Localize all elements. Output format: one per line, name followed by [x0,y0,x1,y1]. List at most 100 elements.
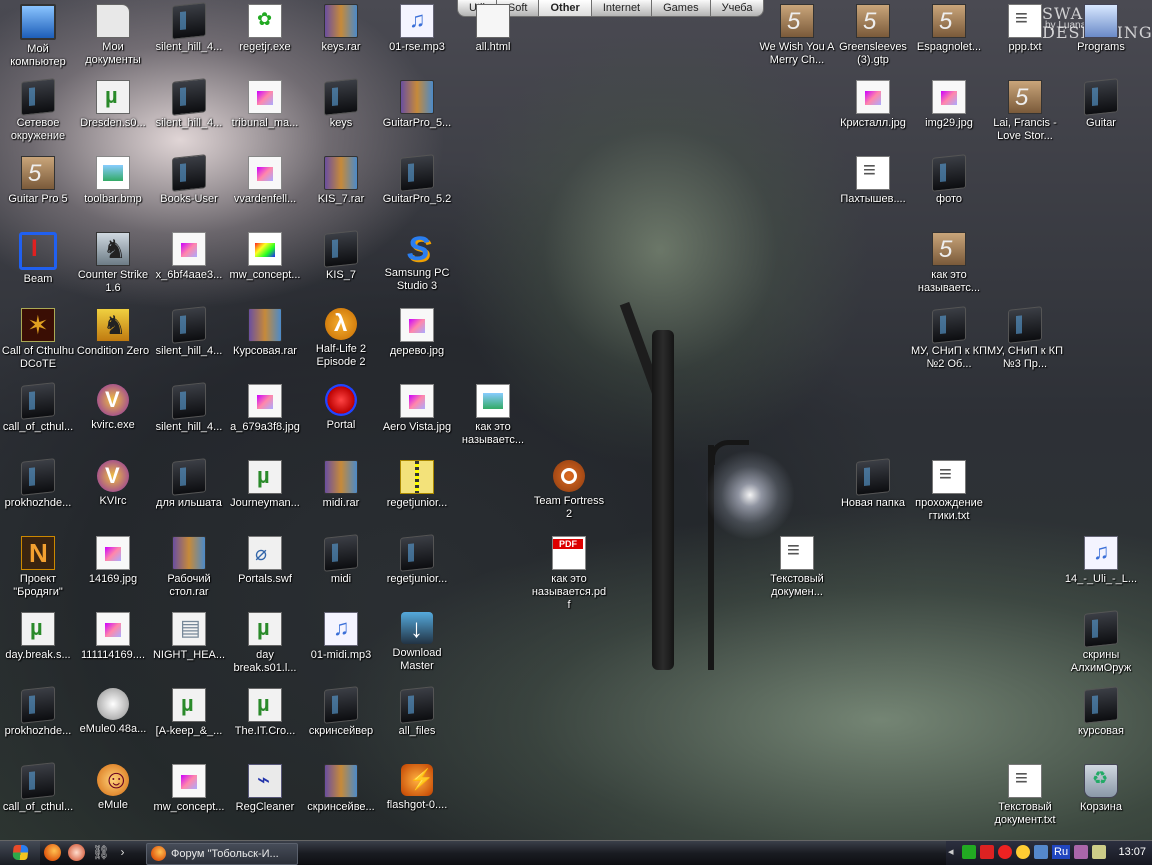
desktop-icon[interactable]: как это называется.pdf [531,536,607,612]
tool-tray-icon[interactable] [1092,845,1106,859]
desktop-icon[interactable]: RegCleaner [227,764,303,814]
desktop-icon[interactable]: Сетевое окружение [0,78,76,143]
network-icon[interactable]: ⛓ [92,844,110,861]
desktop-icon[interactable]: Корзина [1063,764,1139,814]
desktop-icon[interactable]: The.IT.Cro... [227,688,303,738]
desktop-icon[interactable]: Рабочий стол.rar [151,536,227,599]
network-tray-icon[interactable] [1034,845,1048,859]
desktop-icon[interactable]: фото [911,154,987,206]
chevron-icon[interactable]: › [114,844,131,861]
desktop-icon[interactable]: Beam [0,232,76,286]
sound-tray-icon[interactable] [1074,845,1088,859]
desktop-icon[interactable]: regetjunior... [379,534,455,586]
desktop-icon[interactable]: Текстовый докумен... [759,536,835,599]
desktop-icon[interactable]: day break.s01.l... [227,612,303,675]
desktop-icon[interactable]: img29.jpg [911,80,987,130]
desktop-icon[interactable]: Кристалл.jpg [835,80,911,130]
desktop-icon[interactable]: Курсовая.rar [227,308,303,358]
desktop-icon[interactable]: Counter Strike 1.6 [75,232,151,295]
desktop-icon[interactable]: Espagnolet... [911,4,987,54]
desktop-icon[interactable]: KIS_7 [303,230,379,282]
desktop-icon[interactable]: Half-Life 2 Episode 2 [303,308,379,369]
desktop-icon[interactable]: silent_hill_4... [151,382,227,434]
desktop-icon[interactable]: Team Fortress 2 [531,460,607,521]
desktop-icon[interactable]: скринсейвер [303,686,379,738]
desktop-icon[interactable]: regetjunior... [379,460,455,510]
desktop-icon[interactable]: Books-User [151,154,227,206]
desktop-icon[interactable]: Programs [1063,4,1139,54]
desktop-icon[interactable]: МУ, СНиП к КП №3 Пр... [987,306,1063,371]
desktop-icon[interactable]: NIGHT_HEA... [151,612,227,662]
desktop-icon[interactable]: Текстовый документ.txt [987,764,1063,827]
desktop-icon[interactable]: regetjr.exe [227,4,303,54]
yandex-tray-icon[interactable] [998,845,1012,859]
antivirus-tray-icon[interactable] [980,845,994,859]
desktop-icon[interactable]: silent_hill_4... [151,78,227,130]
desktop-icon[interactable]: silent_hill_4... [151,2,227,54]
desktop-icon[interactable]: Portal [303,384,379,432]
desktop-icon[interactable]: Samsung PC Studio 3 [379,230,455,293]
desktop-icon[interactable]: Lai, Francis - Love Stor... [987,80,1063,143]
desktop-icon[interactable]: midi [303,534,379,586]
desktop-icon[interactable]: We Wish You A Merry Ch... [759,4,835,67]
tab-other[interactable]: Other [538,0,592,17]
desktop-icon[interactable]: МУ, СНиП к КП №2 Об... [911,306,987,371]
desktop-icon[interactable]: Portals.swf [227,536,303,586]
utorrent-tray-icon[interactable] [962,845,976,859]
desktop-icon[interactable]: prokhozhde... [0,458,76,510]
desktop-icon[interactable]: call_of_cthul... [0,762,76,814]
desktop-icon[interactable]: eMule0.48a... [75,688,151,736]
messenger-tray-icon[interactable] [1016,845,1030,859]
desktop-icon[interactable]: Greensleeves (3).gtp [835,4,911,67]
desktop-icon[interactable]: Проект "Бродяги" [0,536,76,599]
desktop-icon[interactable]: 01-rse.mp3 [379,4,455,54]
desktop-icon[interactable]: курсовая [1063,686,1139,738]
desktop-icon[interactable]: Guitar Pro 5 [0,156,76,206]
desktop-icon[interactable]: kvirc.exe [75,384,151,432]
desktop-icon[interactable]: midi.rar [303,460,379,510]
desktop-icon[interactable]: all.html [455,4,531,54]
desktop-icon[interactable]: GuitarPro_5.2 [379,154,455,206]
desktop-icon[interactable]: vvardenfell... [227,156,303,206]
desktop-icon[interactable]: x_6bf4aae3... [151,232,227,282]
desktop-icon[interactable]: tribunal_ma... [227,80,303,130]
desktop-icon[interactable]: toolbar.bmp [75,156,151,206]
desktop-icon[interactable]: Мой компьютер [0,4,76,69]
desktop-icon[interactable]: Call of Cthulhu DCoTE [0,308,76,371]
desktop-icon[interactable]: 14_-_Uli_-_L... [1063,536,1139,586]
desktop-icon[interactable]: Пахтышев.... [835,156,911,206]
start-button[interactable] [0,841,40,865]
desktop-icon[interactable]: flashgot-0.... [379,764,455,812]
desktop-icon[interactable]: call_of_cthul... [0,382,76,434]
tray-expand-icon[interactable]: ◂ [948,845,954,858]
desktop-icon[interactable]: KVIrc [75,460,151,508]
tab-internet[interactable]: Internet [590,0,653,17]
desktop-icon[interactable]: скрины АлхимОруж [1063,610,1139,675]
desktop-icon[interactable]: eMule [75,764,151,812]
desktop-icon[interactable]: all_files [379,686,455,738]
desktop-icon[interactable]: Dresden.s0... [75,80,151,130]
desktop-icon[interactable]: дерево.jpg [379,308,455,358]
desktop-icon[interactable]: ppp.txt [987,4,1063,54]
desktop-icon[interactable]: a_679a3f8.jpg [227,384,303,434]
language-indicator[interactable]: Ru [1052,845,1071,859]
desktop-icon[interactable]: mw_concept... [227,232,303,282]
desktop-icon[interactable]: silent_hill_4... [151,306,227,358]
desktop-icon[interactable]: Condition Zero [75,308,151,358]
desktop-icon[interactable]: Aero Vista.jpg [379,384,455,434]
desktop-icon[interactable]: Guitar [1063,78,1139,130]
firefox-icon[interactable] [44,844,61,861]
desktop-icon[interactable]: Download Master [379,612,455,673]
desktop-icon[interactable]: для ильшата [151,458,227,510]
desktop-icon[interactable]: Journeyman... [227,460,303,510]
desktop-icon[interactable]: как это называетс... [455,384,531,447]
desktop-icon[interactable]: скринсейве... [303,764,379,814]
desktop-icon[interactable]: прохождение гтики.txt [911,460,987,523]
desktop-icon[interactable]: [A-keep_&_... [151,688,227,738]
desktop-icon[interactable]: mw_concept... [151,764,227,814]
tab-games[interactable]: Games [651,0,711,17]
desktop-icon[interactable]: keys [303,78,379,130]
taskbar-window-button[interactable]: Форум "Тобольск-И... [146,843,298,865]
desktop-icon[interactable]: prokhozhde... [0,686,76,738]
desktop-icon[interactable]: 111114169.... [75,612,151,662]
